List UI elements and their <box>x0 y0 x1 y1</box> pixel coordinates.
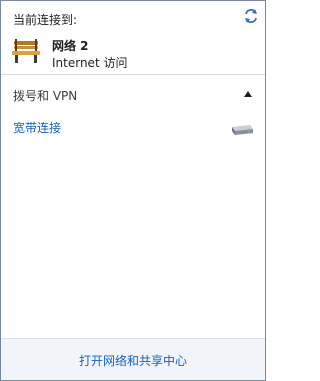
dialup-vpn-section-header[interactable]: 拨号和 VPN <box>1 83 265 105</box>
modem-icon <box>232 125 253 135</box>
refresh-icon[interactable] <box>242 7 260 25</box>
open-network-sharing-center-link[interactable]: 打开网络和共享中心 <box>1 352 265 369</box>
network-flyout: 当前连接到: 网络 2 Internet 访问 拨号和 VPN 宽带连接 打开网… <box>0 0 266 381</box>
bench-network-icon <box>11 35 41 65</box>
current-connection-label: 当前连接到: <box>13 13 78 27</box>
broadband-connection-label: 宽带连接 <box>13 121 62 135</box>
list-item-broadband[interactable]: 宽带连接 <box>1 115 265 139</box>
section-divider <box>1 74 265 75</box>
network-status: Internet 访问 <box>52 56 128 70</box>
section-title: 拨号和 VPN <box>13 89 78 103</box>
current-connection-panel: 当前连接到: 网络 2 Internet 访问 <box>1 1 265 73</box>
footer-bar: 打开网络和共享中心 <box>1 338 265 380</box>
network-name: 网络 2 <box>52 39 89 53</box>
collapse-arrow-icon <box>244 91 252 97</box>
